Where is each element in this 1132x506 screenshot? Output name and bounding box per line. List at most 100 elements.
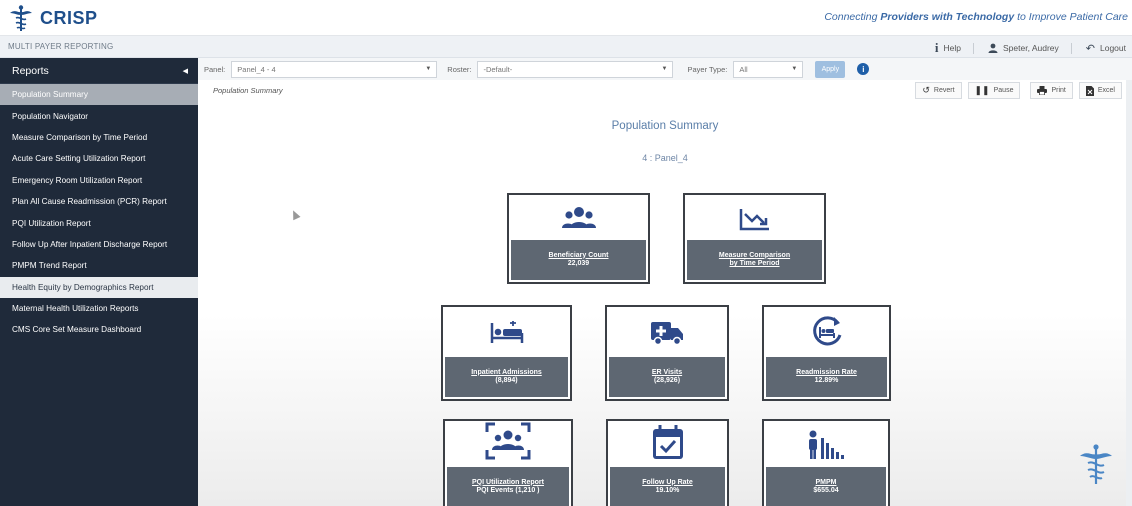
sidebar-title: Reports (12, 64, 49, 77)
tile-value: 12.89% (814, 377, 839, 384)
apply-button[interactable]: Apply (815, 60, 846, 78)
reports-sidebar: Reports ◀ Population Summary Population … (0, 58, 198, 506)
logout-arrow-icon: ↶ (1085, 42, 1095, 55)
crisp-logo[interactable]: CRISP (8, 4, 98, 32)
panel-subtitle: 4 : Panel_4 (642, 153, 688, 163)
tile-label[interactable]: Readmission Rate (796, 369, 857, 378)
excel-label: Excel (1097, 87, 1115, 94)
tile-label[interactable]: Inpatient Admissions (471, 369, 542, 378)
tagline-suffix: to Improve Patient Care (1014, 11, 1128, 23)
excel-button[interactable]: Excel (1078, 82, 1122, 99)
collapse-caret-icon[interactable]: ◀ (183, 67, 188, 75)
tile-er-visits[interactable]: ER Visits (28,926) (605, 305, 729, 401)
filter-bar: Panel: Panel_4 - 4 ▼ Roster: -Default- ▼… (198, 58, 1132, 80)
sidebar-item-maternal-health[interactable]: Maternal Health Utilization Reports (0, 298, 198, 319)
app-section-title: MULTI PAYER REPORTING (8, 42, 114, 51)
roster-value: -Default- (483, 64, 513, 74)
user-icon (988, 43, 998, 53)
hospital-bed-icon (490, 321, 523, 343)
pause-button[interactable]: ❚❚ Pause (967, 82, 1021, 99)
help-link[interactable]: i Help (935, 40, 961, 56)
report-toolbar: ↺ Revert ❚❚ Pause Print Excel (909, 82, 1122, 99)
payer-type-label: Payer Type: (687, 64, 728, 74)
tile-follow-up-rate[interactable]: Follow Up Rate 19.10% (606, 419, 729, 506)
sidebar-item-pcr[interactable]: Plan All Cause Readmission (PCR) Report (0, 191, 198, 212)
tile-inpatient-admissions[interactable]: Inpatient Admissions (8,894) (441, 305, 572, 401)
payer-type-value: All (739, 64, 748, 74)
tile-label[interactable]: PMPM (816, 479, 837, 488)
tile-measure-comparison[interactable]: Measure Comparison by Time Period (683, 193, 826, 284)
pause-label: Pause (993, 87, 1014, 94)
info-icon[interactable]: i (857, 63, 870, 75)
caduceus-icon (1080, 444, 1112, 484)
printer-icon (1037, 86, 1048, 95)
roster-select[interactable]: -Default- ▼ (477, 60, 674, 78)
sidebar-item-follow-up[interactable]: Follow Up After Inpatient Discharge Repo… (0, 234, 198, 255)
tile-label-line-1[interactable]: Measure Comparison (719, 252, 790, 261)
logout-label: Logout (1100, 43, 1126, 53)
tile-footer: Readmission Rate 12.89% (766, 357, 887, 397)
chevron-down-icon: ▼ (661, 66, 668, 72)
sidebar-item-pmpm[interactable]: PMPM Trend Report (0, 255, 198, 276)
tagline-prefix: Connecting (824, 11, 881, 23)
caduceus-icon (10, 5, 32, 31)
sidebar-item-measure-comparison[interactable]: Measure Comparison by Time Period (0, 127, 198, 148)
user-profile-link[interactable]: Speter, Audrey (988, 43, 1059, 53)
tile-footer: PQI Utilization Report PQI Events (1,210… (447, 467, 569, 506)
tile-value: (28,926) (653, 377, 681, 384)
sidebar-item-health-equity[interactable]: Health Equity by Demographics Report (0, 276, 198, 298)
excel-file-icon (1085, 85, 1094, 96)
panel-select[interactable]: Panel_4 - 4 ▼ (231, 60, 438, 78)
tile-footer: Measure Comparison by Time Period (687, 240, 822, 280)
tile-label-line-2[interactable]: by Time Period (729, 260, 779, 269)
ambulance-icon (651, 322, 683, 346)
tile-footer: Inpatient Admissions (8,894) (445, 357, 568, 397)
tile-label[interactable]: Beneficiary Count (549, 252, 609, 261)
pause-icon: ❚❚ (974, 85, 990, 95)
sub-header: MULTI PAYER REPORTING i Help Speter, Aud… (0, 36, 1132, 58)
tile-pqi-utilization[interactable]: PQI Utilization Report PQI Events (1,210… (443, 419, 573, 506)
payer-type-select[interactable]: All ▼ (733, 60, 804, 78)
vertical-scrollbar[interactable] (1126, 80, 1132, 506)
person-bar-chart-icon (809, 430, 844, 459)
roster-label: Roster: (447, 64, 472, 74)
tile-label[interactable]: PQI Utilization Report (472, 479, 544, 488)
tile-readmission-rate[interactable]: Readmission Rate 12.89% (762, 305, 891, 401)
tagline-bold: Providers with Technology (880, 11, 1015, 23)
tile-footer: Follow Up Rate 19.10% (610, 467, 725, 506)
logout-link[interactable]: ↶ Logout (1086, 42, 1126, 55)
divider (973, 42, 975, 54)
focus-group-icon (485, 422, 531, 460)
chevron-down-icon: ▼ (791, 66, 798, 72)
panel-value: Panel_4 - 4 (237, 64, 276, 74)
tagline: Connecting Providers with Technology to … (824, 11, 1128, 23)
sidebar-item-cms-core-set[interactable]: CMS Core Set Measure Dashboard (0, 319, 198, 340)
tile-label[interactable]: ER Visits (652, 369, 682, 378)
tile-label[interactable]: Follow Up Rate (642, 479, 693, 488)
revert-button[interactable]: ↺ Revert (915, 82, 962, 99)
tile-beneficiary-count[interactable]: Beneficiary Count 22,039 (507, 193, 650, 284)
crisp-watermark-logo (1078, 443, 1114, 490)
info-icon: i (934, 40, 939, 55)
mouse-cursor-icon (289, 208, 301, 221)
tile-footer: PMPM $655.04 (766, 467, 886, 506)
sidebar-item-acute-care[interactable]: Acute Care Setting Utilization Report (0, 148, 198, 169)
tile-pmpm[interactable]: PMPM $655.04 (762, 419, 890, 506)
chevron-down-icon: ▼ (425, 66, 432, 72)
tile-value: 19.10% (655, 487, 680, 494)
sidebar-item-population-summary[interactable]: Population Summary (0, 84, 198, 106)
trend-down-chart-icon (739, 209, 769, 231)
print-button[interactable]: Print (1030, 82, 1073, 99)
tile-value: 22,039 (567, 260, 590, 267)
tile-footer: ER Visits (28,926) (609, 357, 725, 397)
people-group-icon (561, 207, 596, 228)
tile-value: (8,894) (495, 377, 518, 384)
sidebar-item-pqi[interactable]: PQI Utilization Report (0, 212, 198, 233)
sidebar-item-emergency-room[interactable]: Emergency Room Utilization Report (0, 170, 198, 191)
readmission-bed-icon (812, 316, 841, 346)
print-label: Print (1051, 87, 1066, 94)
revert-label: Revert (933, 87, 955, 94)
undo-icon: ↺ (922, 85, 930, 95)
calendar-check-icon (652, 425, 683, 459)
sidebar-item-population-navigator[interactable]: Population Navigator (0, 105, 198, 126)
